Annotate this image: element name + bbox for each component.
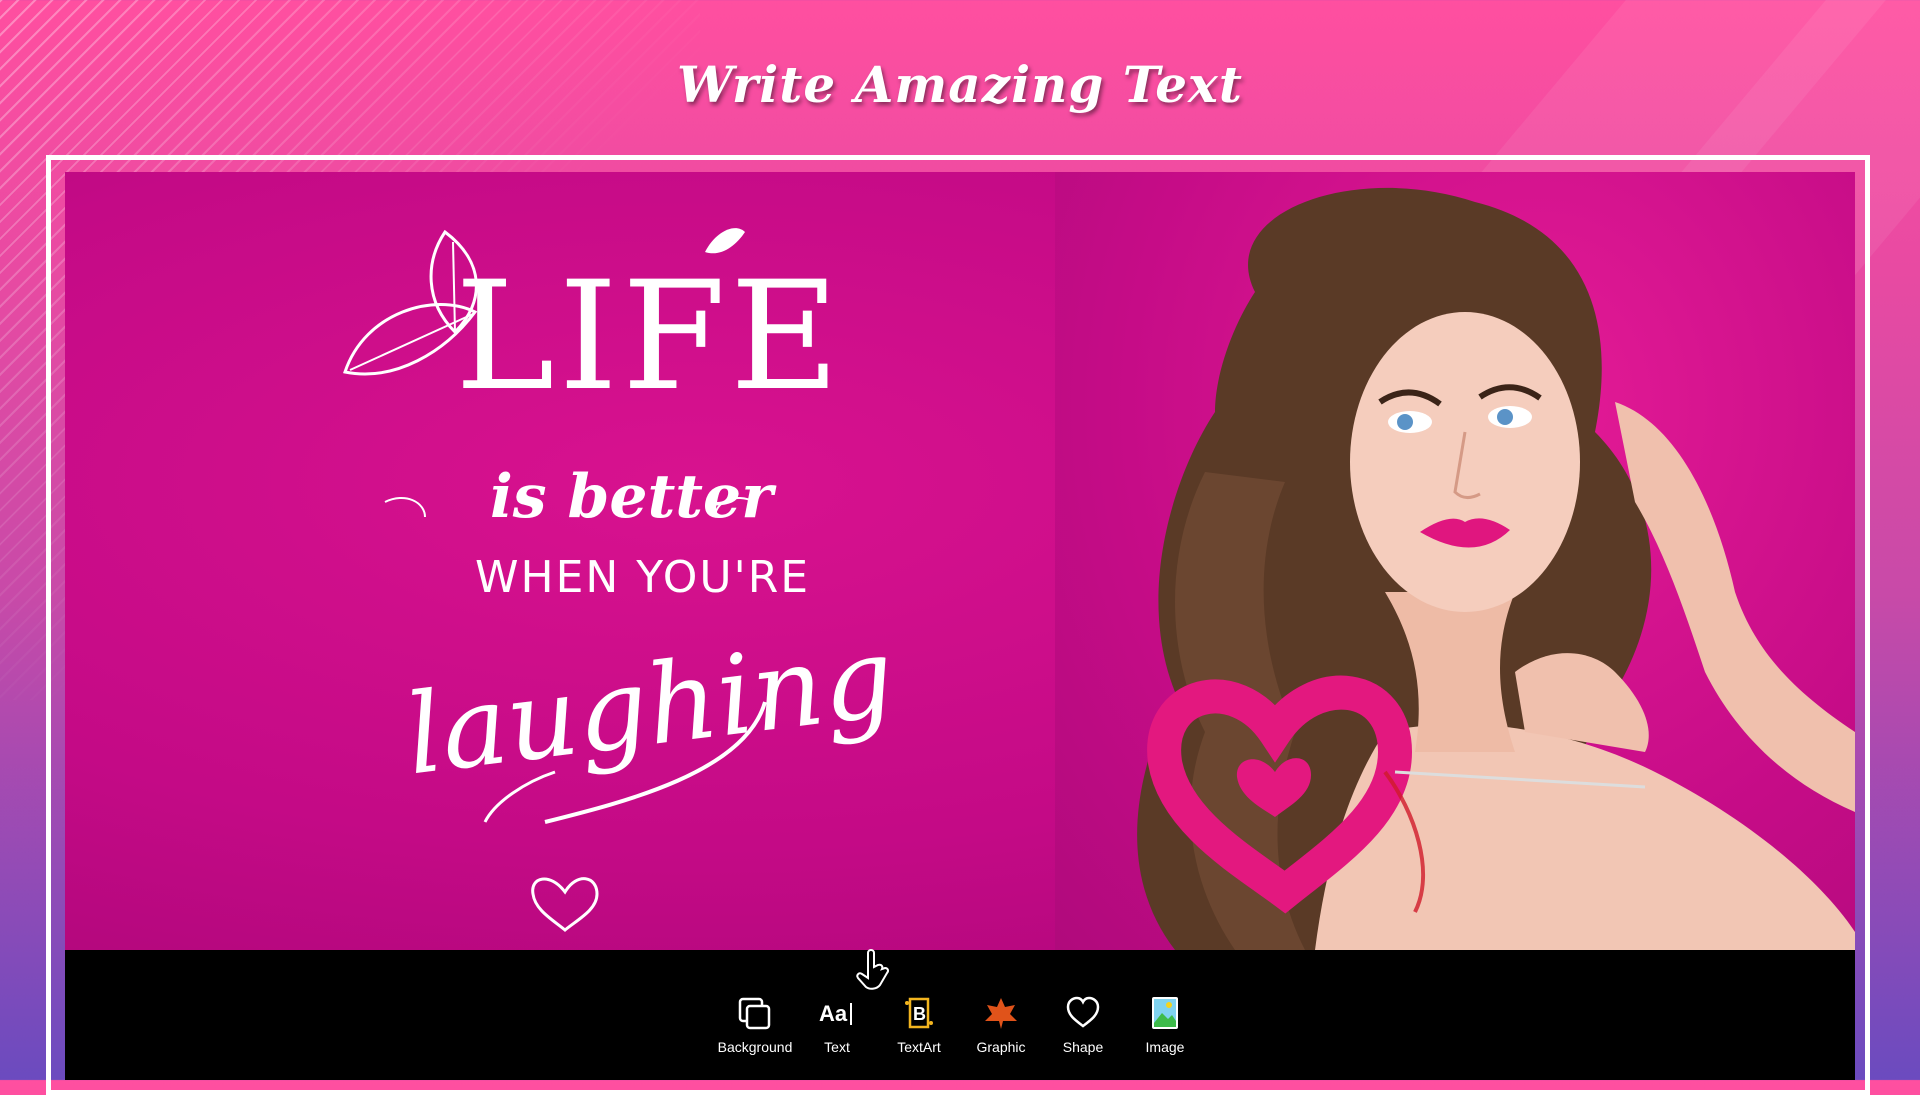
- bottom-toolbar: Background Aa Text B TextArt Graphic Sha…: [65, 949, 1855, 1080]
- page-title: Write Amazing Text: [677, 55, 1243, 114]
- quote-line-life: LIFE: [455, 250, 844, 424]
- toolbar-graphic-button[interactable]: Graphic: [970, 993, 1032, 1055]
- shape-icon: [1063, 993, 1103, 1033]
- photo-area[interactable]: [1055, 172, 1855, 950]
- toolbar-image-label: Image: [1145, 1039, 1185, 1055]
- toolbar-image-button[interactable]: Image: [1134, 993, 1196, 1055]
- quote-line-when-youre: WHEN YOU'RE: [475, 552, 811, 603]
- svg-text:Aa: Aa: [819, 1001, 848, 1026]
- hand-pointer-icon: [856, 949, 890, 990]
- toolbar-text-button[interactable]: Aa Text: [806, 993, 868, 1055]
- toolbar-background-label: Background: [717, 1039, 793, 1055]
- toolbar-text-label: Text: [824, 1039, 850, 1055]
- toolbar-shape-button[interactable]: Shape: [1052, 993, 1114, 1055]
- textart-icon: B: [899, 993, 939, 1033]
- background-icon: [735, 993, 775, 1033]
- graphic-icon: [981, 993, 1021, 1033]
- toolbar-textart-button[interactable]: B TextArt: [888, 993, 950, 1055]
- toolbar-background-button[interactable]: Background: [718, 993, 792, 1055]
- toolbar-shape-label: Shape: [1062, 1039, 1104, 1055]
- quote-line-is-better: is better: [490, 462, 773, 532]
- toolbar-textart-label: TextArt: [897, 1039, 941, 1055]
- text-icon: Aa: [817, 993, 857, 1033]
- portrait-photo: [1137, 187, 1855, 950]
- quote-text-art[interactable]: LIFE is better WHEN YOU'RE laughing: [325, 172, 925, 950]
- image-icon: [1145, 993, 1185, 1033]
- svg-text:B: B: [913, 1004, 926, 1024]
- toolbar-graphic-label: Graphic: [976, 1039, 1026, 1055]
- design-canvas[interactable]: LIFE is better WHEN YOU'RE laughing: [65, 172, 1855, 950]
